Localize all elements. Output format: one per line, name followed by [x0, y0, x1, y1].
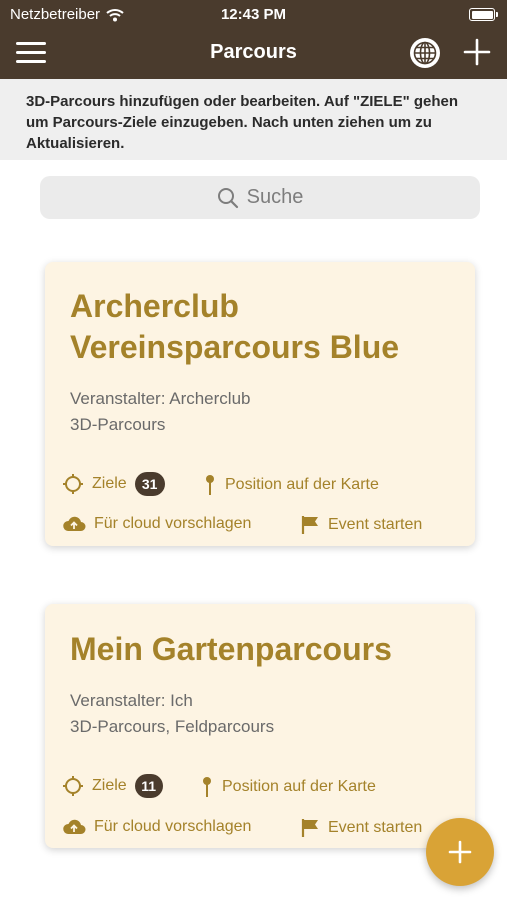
info-banner: 3D-Parcours hinzufügen oder bearbeiten. … — [0, 79, 507, 160]
card-organizer: Veranstalter: Ich — [70, 691, 193, 710]
search-icon — [217, 187, 238, 208]
battery-icon — [469, 8, 498, 21]
flag-icon — [301, 516, 318, 534]
cloud-suggest-button[interactable]: Für cloud vorschlagen — [62, 818, 251, 836]
pin-icon — [206, 475, 214, 495]
add-floating-button[interactable] — [426, 818, 494, 886]
globe-icon[interactable] — [409, 37, 441, 69]
map-position-label: Position auf der Karte — [222, 778, 376, 795]
map-position-button[interactable]: Position auf der Karte — [203, 474, 379, 496]
cloud-upload-icon — [63, 516, 86, 531]
status-bar: Netzbetreiber 12:43 PM — [0, 0, 507, 28]
plus-icon — [448, 840, 472, 864]
cloud-upload-icon — [63, 819, 86, 834]
start-event-label: Event starten — [328, 516, 423, 533]
targets-count-badge: 11 — [134, 774, 163, 798]
targets-button[interactable]: Ziele 11 — [62, 774, 163, 798]
map-position-label: Position auf der Karte — [225, 476, 379, 493]
card-type: 3D-Parcours — [70, 415, 166, 434]
add-parcours-button[interactable] — [462, 37, 492, 67]
clock: 12:43 PM — [220, 6, 287, 23]
search-placeholder: Suche — [246, 186, 304, 208]
nav-bar: Parcours — [0, 28, 507, 79]
targets-label: Ziele — [92, 777, 127, 794]
parcours-card[interactable]: Archerclub Vereinsparcours Blue Veransta… — [45, 262, 475, 546]
map-position-button[interactable]: Position auf der Karte — [200, 776, 376, 798]
cloud-suggest-label: Für cloud vorschlagen — [94, 515, 252, 532]
cloud-suggest-button[interactable]: Für cloud vorschlagen — [62, 515, 251, 533]
card-title: Archerclub Vereinsparcours Blue — [70, 288, 400, 365]
crosshair-icon — [63, 776, 83, 796]
crosshair-icon — [63, 474, 83, 494]
start-event-button[interactable]: Event starten — [300, 818, 422, 838]
flag-icon — [301, 819, 318, 837]
card-organizer: Veranstalter: Archerclub — [70, 389, 251, 408]
targets-label: Ziele — [92, 475, 127, 492]
start-event-label: Event starten — [328, 819, 423, 836]
targets-count-badge: 31 — [134, 472, 165, 496]
cloud-suggest-label: Für cloud vorschlagen — [94, 818, 252, 835]
pin-icon — [203, 777, 211, 797]
card-type: 3D-Parcours, Feldparcours — [70, 717, 275, 736]
parcours-card[interactable]: Mein Gartenparcours Veranstalter: Ich 3D… — [45, 604, 475, 848]
card-title: Mein Gartenparcours — [70, 631, 392, 667]
start-event-button[interactable]: Event starten — [300, 515, 422, 535]
search-input[interactable]: Suche — [40, 176, 480, 219]
targets-button[interactable]: Ziele 31 — [62, 472, 165, 496]
